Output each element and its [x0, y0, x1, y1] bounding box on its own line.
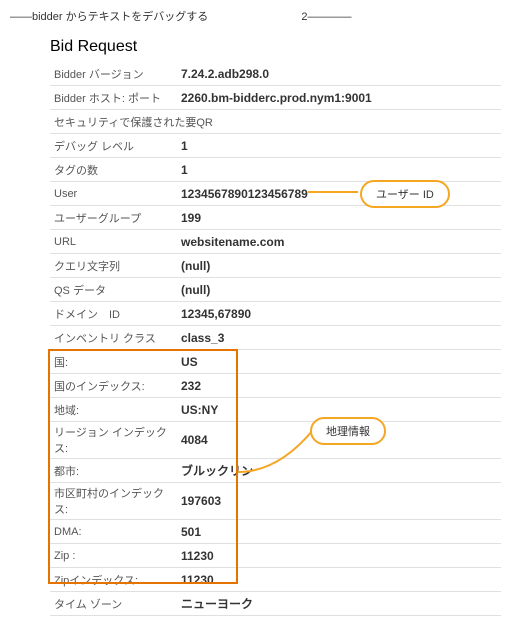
- table-row: デバッグ レベル 1: [50, 134, 501, 158]
- callout-label: 地理情報: [326, 426, 370, 438]
- table-row: Bidder ホスト: ポート 2260.bm-bidderc.prod.nym…: [50, 86, 501, 110]
- row-label: リージョン インデックス:: [50, 424, 175, 456]
- table-row: 国のインデックス: 232: [50, 374, 501, 398]
- row-value: (null): [175, 283, 501, 297]
- row-value: 199: [175, 211, 501, 225]
- row-value: websitename.com: [175, 235, 501, 249]
- table-row: Zip : 11230: [50, 544, 501, 568]
- row-label: Bidder ホスト: ポート: [50, 90, 175, 106]
- row-label: ユーザーグループ: [50, 210, 175, 226]
- table-row: クエリ文字列 (null): [50, 254, 501, 278]
- row-label: ドメイン ID: [50, 306, 175, 322]
- row-value: ブルックリン: [175, 462, 501, 479]
- row-value: 12345,67890: [175, 307, 501, 321]
- table-row: ドメイン ID 12345,67890: [50, 302, 501, 326]
- row-value: 197603: [175, 494, 501, 508]
- row-label: QS データ: [50, 282, 175, 298]
- row-value: 232: [175, 379, 501, 393]
- table-row: 市区町村のインデックス: 197603: [50, 483, 501, 520]
- row-label: タイム ゾーン: [50, 596, 175, 612]
- row-label: Bidder バージョン: [50, 66, 175, 82]
- row-label: クエリ文字列: [50, 258, 175, 274]
- row-label: User: [50, 188, 175, 200]
- table-row: DMA: 501: [50, 520, 501, 544]
- table-row: タグの数 1: [50, 158, 501, 182]
- callout-geo-info: 地理情報: [310, 417, 386, 445]
- row-value: US:NY: [175, 403, 501, 417]
- table-row: セキュリティで保護された要QR: [50, 110, 501, 134]
- row-label: 国:: [50, 354, 175, 370]
- row-label: インベントリ クラス: [50, 330, 175, 346]
- header-text: ――bidder からテキストをデバッグする: [10, 11, 208, 23]
- row-value: 1: [175, 139, 501, 153]
- row-value: 11230: [175, 549, 501, 563]
- row-label: タグの数: [50, 162, 175, 178]
- row-value: 2260.bm-bidderc.prod.nym1:9001: [175, 91, 501, 105]
- callout-label: ユーザー ID: [376, 189, 434, 201]
- row-value: US: [175, 355, 501, 369]
- section-title: Bid Request: [50, 38, 501, 56]
- callout-user-id: ユーザー ID: [360, 180, 450, 208]
- table-row: URL websitename.com: [50, 230, 501, 254]
- row-label: 都市:: [50, 463, 175, 479]
- row-label: 地域:: [50, 402, 175, 418]
- row-label: 国のインデックス:: [50, 378, 175, 394]
- row-label: 市区町村のインデックス:: [50, 485, 175, 517]
- header-num: 2――――: [301, 11, 351, 23]
- row-label: Zipインデックス:: [50, 572, 175, 588]
- row-label: Zip :: [50, 550, 175, 562]
- row-value: 501: [175, 525, 501, 539]
- row-label: URL: [50, 236, 175, 248]
- page-header: ――bidder からテキストをデバッグする 2――――: [0, 0, 531, 28]
- row-value: 1: [175, 163, 501, 177]
- row-label: DMA:: [50, 526, 175, 538]
- table-row: タイム ゾーン ニューヨーク: [50, 592, 501, 616]
- table-row: インベントリ クラス class_3: [50, 326, 501, 350]
- row-value: class_3: [175, 331, 501, 345]
- table-row: 地域: US:NY: [50, 398, 501, 422]
- table-row: 都市: ブルックリン: [50, 459, 501, 483]
- row-value: 7.24.2.adb298.0: [175, 67, 501, 81]
- row-label: デバッグ レベル: [50, 138, 175, 154]
- row-label: セキュリティで保護された要QR: [50, 114, 213, 130]
- row-value: ニューヨーク: [175, 595, 501, 612]
- row-value: (null): [175, 259, 501, 273]
- table-row: ユーザーグループ 199: [50, 206, 501, 230]
- row-value: 1234567890123456789: [175, 187, 501, 201]
- table-row: リージョン インデックス: 4084: [50, 422, 501, 459]
- table-row: QS データ (null): [50, 278, 501, 302]
- table-row: Bidder バージョン 7.24.2.adb298.0: [50, 62, 501, 86]
- content-area: Bid Request Bidder バージョン 7.24.2.adb298.0…: [0, 28, 531, 626]
- row-value: 11230: [175, 573, 501, 587]
- table-row: Zipインデックス: 11230: [50, 568, 501, 592]
- table-row: 国: US: [50, 350, 501, 374]
- data-grid: Bidder バージョン 7.24.2.adb298.0 Bidder ホスト:…: [50, 62, 501, 616]
